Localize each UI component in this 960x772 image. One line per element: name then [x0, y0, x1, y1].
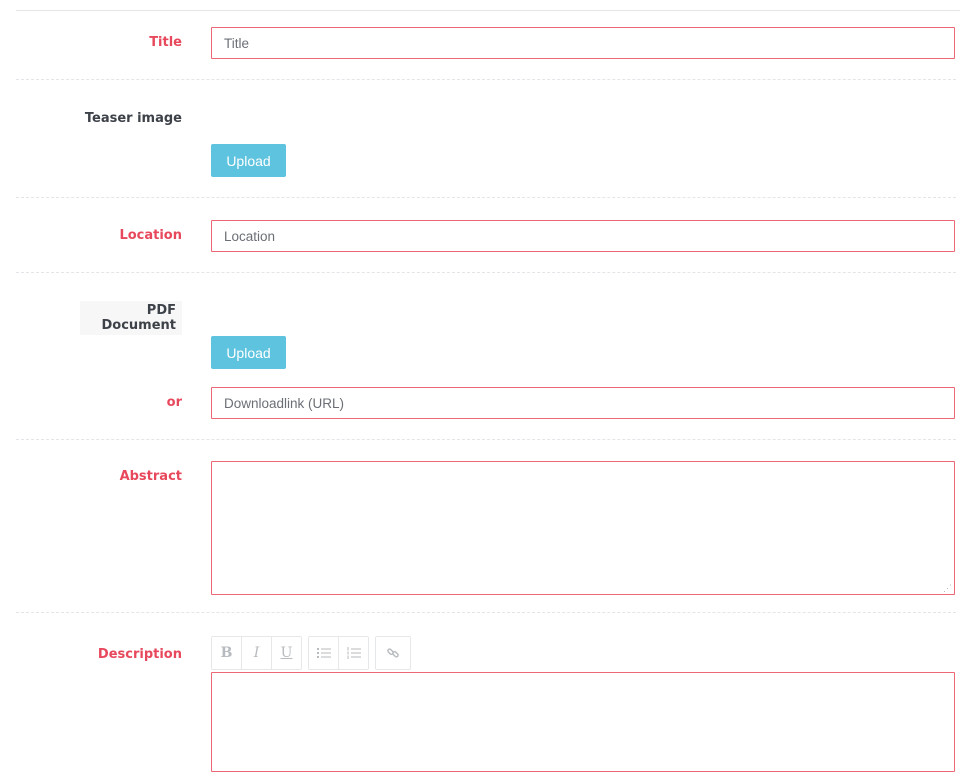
- pdf-document-label: PDF Document: [80, 301, 182, 335]
- section-divider: [16, 79, 956, 80]
- bullet-list-icon[interactable]: [309, 637, 338, 669]
- italic-button[interactable]: I: [241, 637, 271, 669]
- list-button-group: [308, 636, 369, 670]
- underline-button[interactable]: U: [271, 637, 301, 669]
- location-input[interactable]: [211, 220, 955, 252]
- teaser-upload-button[interactable]: Upload: [211, 144, 286, 177]
- section-divider: [16, 612, 956, 613]
- resize-grip-icon[interactable]: ⋰: [943, 584, 952, 593]
- description-editor[interactable]: [211, 672, 955, 772]
- format-button-group: B I U: [211, 636, 302, 670]
- location-label: Location: [119, 228, 182, 243]
- title-input[interactable]: [211, 27, 955, 59]
- link-button-group: [375, 636, 411, 670]
- bold-button[interactable]: B: [212, 637, 241, 669]
- numbered-list-icon[interactable]: [338, 637, 368, 669]
- abstract-textarea[interactable]: [211, 461, 955, 595]
- download-link-input[interactable]: [211, 387, 955, 419]
- or-label: or: [166, 395, 182, 410]
- pdf-upload-button[interactable]: Upload: [211, 336, 286, 369]
- abstract-label: Abstract: [119, 469, 182, 484]
- abstract-field: ⋰: [211, 461, 955, 595]
- link-icon[interactable]: [376, 637, 410, 669]
- description-label: Description: [97, 647, 182, 662]
- teaser-image-label: Teaser image: [84, 111, 182, 126]
- top-divider: [16, 10, 960, 11]
- title-label: Title: [149, 35, 182, 50]
- editor-toolbar: B I U: [211, 636, 411, 670]
- section-divider: [16, 272, 956, 273]
- section-divider: [16, 439, 956, 440]
- section-divider: [16, 197, 956, 198]
